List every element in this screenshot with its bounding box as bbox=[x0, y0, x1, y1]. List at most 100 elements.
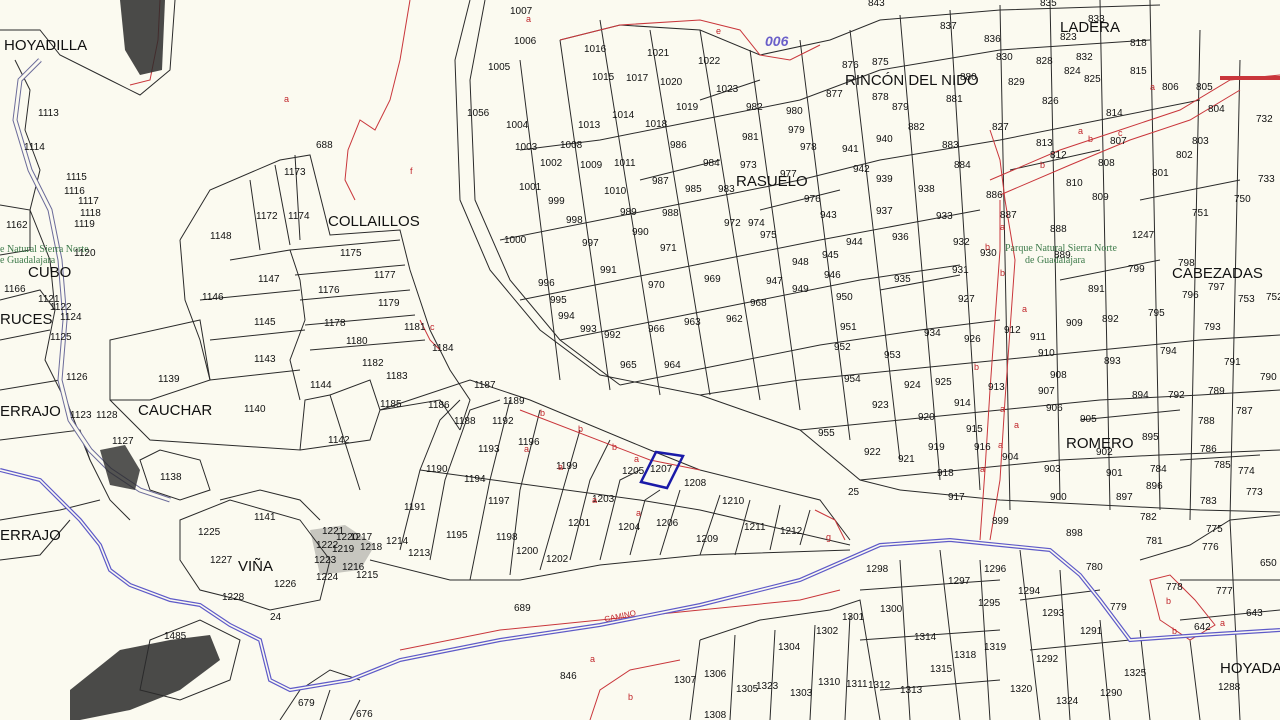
parcel-number-1148: 1148 bbox=[210, 231, 232, 242]
parcel-number-1310: 1310 bbox=[818, 677, 841, 688]
subparcel-letter-31: b bbox=[1040, 160, 1045, 170]
parcel-number-1311: 1311 bbox=[846, 679, 868, 690]
parcel-number-818: 818 bbox=[1130, 38, 1147, 49]
place-name-vina: VIÑA bbox=[238, 558, 273, 575]
parcel-number-983: 983 bbox=[718, 184, 735, 195]
parcel-number-951: 951 bbox=[840, 322, 857, 333]
parcel-number-917: 917 bbox=[948, 492, 965, 503]
parcel-number-1313: 1313 bbox=[900, 685, 923, 696]
parcel-number-941: 941 bbox=[842, 144, 859, 155]
parcel-number-940: 940 bbox=[876, 134, 893, 145]
parcel-number-1304: 1304 bbox=[778, 642, 801, 653]
parcel-number-878: 878 bbox=[872, 92, 889, 103]
subparcel-letter-28: b bbox=[628, 692, 633, 702]
parcel-number-1315: 1315 bbox=[930, 664, 953, 675]
parcel-number-784: 784 bbox=[1150, 464, 1167, 475]
parcel-number-25: 25 bbox=[848, 487, 860, 498]
parcel-number-892: 892 bbox=[1102, 314, 1119, 325]
parcel-number-794: 794 bbox=[1160, 346, 1177, 357]
parcel-number-919: 919 bbox=[928, 442, 945, 453]
parcel-number-925: 925 bbox=[935, 377, 952, 388]
parcel-number-1200: 1200 bbox=[516, 546, 539, 557]
parcel-number-1218: 1218 bbox=[360, 542, 383, 553]
parcel-number-1191: 1191 bbox=[404, 502, 426, 513]
parcel-number-780: 780 bbox=[1086, 562, 1103, 573]
parcel-number-897: 897 bbox=[1116, 492, 1133, 503]
parcel-number-911: 911 bbox=[1030, 332, 1046, 343]
subparcel-letter-27: a bbox=[590, 654, 595, 664]
parcel-number-804: 804 bbox=[1208, 104, 1225, 115]
parcel-number-1018: 1018 bbox=[645, 119, 668, 130]
parcel-number-888: 888 bbox=[1050, 224, 1067, 235]
parcel-number-1205: 1205 bbox=[622, 466, 645, 477]
subparcel-letter-10: a bbox=[634, 454, 639, 464]
parcel-number-779: 779 bbox=[1110, 602, 1127, 613]
parcel-number-882: 882 bbox=[908, 122, 925, 133]
urban-blocks bbox=[70, 0, 375, 720]
parcel-number-801: 801 bbox=[1152, 168, 1169, 179]
parcel-number-793: 793 bbox=[1204, 322, 1221, 333]
parcel-number-1312: 1312 bbox=[868, 680, 891, 691]
parcel-number-999: 999 bbox=[548, 196, 565, 207]
parcel-number-1011: 1011 bbox=[614, 158, 636, 169]
parcel-number-989: 989 bbox=[620, 207, 637, 218]
parcel-number-914: 914 bbox=[954, 398, 971, 409]
parcel-number-1193: 1193 bbox=[478, 444, 500, 455]
subparcel-letter-11: a bbox=[558, 462, 563, 472]
parcel-number-highlighted: 1207 bbox=[650, 464, 673, 475]
parcel-number-1211: 1211 bbox=[744, 522, 766, 533]
parcel-number-1123: 1123 bbox=[70, 410, 92, 421]
parcel-number-1019: 1019 bbox=[676, 102, 699, 113]
parcel-number-1318: 1318 bbox=[954, 650, 977, 661]
parcel-number-900: 900 bbox=[1050, 492, 1067, 503]
parcel-number-1190: 1190 bbox=[426, 464, 448, 475]
parcel-number-1117: 1117 bbox=[78, 196, 99, 207]
parcel-number-1023: 1023 bbox=[716, 84, 739, 95]
place-name-hoyadilla: HOYADILLA bbox=[4, 37, 87, 54]
parcel-number-1174: 1174 bbox=[288, 211, 310, 222]
parcel-number-1297: 1297 bbox=[948, 576, 971, 587]
parcel-number-912: 912 bbox=[1004, 325, 1021, 336]
parcel-number-895: 895 bbox=[1142, 432, 1159, 443]
parcel-number-1195: 1195 bbox=[446, 530, 468, 541]
parcel-number-1120: 1120 bbox=[74, 248, 96, 259]
place-name-collaillos: COLLAILLOS bbox=[328, 213, 420, 230]
parcel-number-1292: 1292 bbox=[1036, 654, 1059, 665]
parcel-number-994: 994 bbox=[558, 311, 575, 322]
parcel-number-830: 830 bbox=[996, 52, 1013, 63]
parcel-number-972: 972 bbox=[724, 218, 741, 229]
parcel-number-752: 752 bbox=[1266, 292, 1280, 303]
subparcel-letter-0: a bbox=[526, 14, 531, 24]
parcel-number-973: 973 bbox=[740, 160, 757, 171]
parcel-number-964: 964 bbox=[664, 360, 681, 371]
parcel-number-1182: 1182 bbox=[362, 358, 384, 369]
parcel-number-1008: 1008 bbox=[560, 140, 583, 151]
parcel-number-835: 835 bbox=[1040, 0, 1057, 9]
parcel-number-949: 949 bbox=[792, 284, 809, 295]
parcel-number-1228: 1228 bbox=[222, 592, 245, 603]
parcel-number-1298: 1298 bbox=[866, 564, 889, 575]
parcel-number-1325: 1325 bbox=[1124, 668, 1147, 679]
parcel-number-927: 927 bbox=[958, 294, 975, 305]
place-name-rasuelo: RASUELO bbox=[736, 173, 808, 190]
map-canvas[interactable]: HOYADILLA COLLAILLOS CUBO RUCES ERRAJO CAUCHA… bbox=[0, 0, 1280, 720]
parcel-number-1138: 1138 bbox=[160, 472, 182, 483]
parcel-number-881: 881 bbox=[946, 94, 963, 105]
subparcel-letter-1: a bbox=[284, 94, 289, 104]
parcel-number-1323: 1323 bbox=[756, 681, 779, 692]
roads bbox=[0, 58, 1280, 693]
cadastral-map[interactable]: HOYADILLA COLLAILLOS CUBO RUCES ERRAJO CAUCHA… bbox=[0, 0, 1280, 720]
parcel-number-909: 909 bbox=[1066, 318, 1083, 329]
parcel-number-1184: 1184 bbox=[432, 343, 454, 354]
parcel-number-933: 933 bbox=[936, 211, 953, 222]
parcel-number-799: 799 bbox=[1128, 264, 1145, 275]
parcel-number-981: 981 bbox=[742, 132, 759, 143]
parcel-number-937: 937 bbox=[876, 206, 893, 217]
parcel-number-953: 953 bbox=[884, 350, 901, 361]
parcel-number-996: 996 bbox=[538, 278, 555, 289]
subparcel-letter-25: b bbox=[1172, 626, 1177, 636]
parcel-number-991: 991 bbox=[600, 265, 617, 276]
parcel-number-783: 783 bbox=[1200, 496, 1217, 507]
parcel-number-921: 921 bbox=[898, 454, 915, 465]
parcel-number-984: 984 bbox=[703, 158, 720, 169]
